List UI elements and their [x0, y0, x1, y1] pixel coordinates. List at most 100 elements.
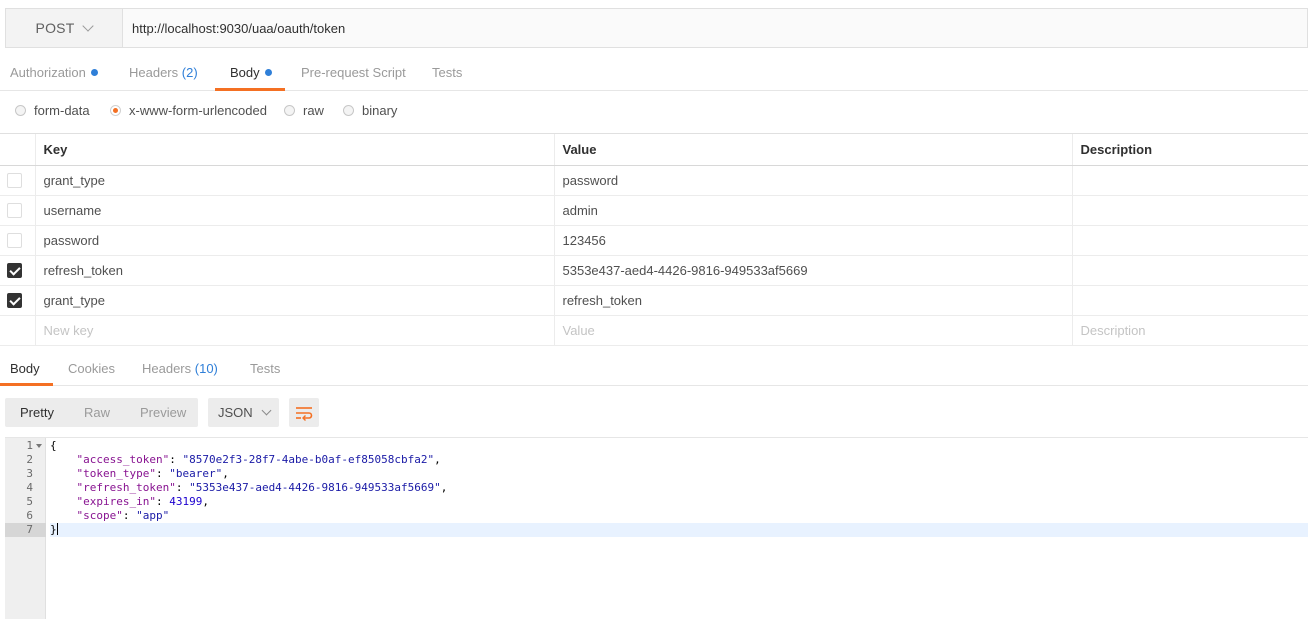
param-value[interactable]: refresh_token	[553, 284, 1073, 316]
param-key[interactable]: refresh_token	[34, 254, 555, 286]
radio-circle-icon	[343, 104, 354, 116]
row-checkbox-checked[interactable]	[7, 293, 22, 309]
format-dropdown[interactable]: JSON	[208, 398, 279, 427]
value-column-header: Value	[553, 134, 1073, 166]
view-pretty-button[interactable]: Pretty	[5, 405, 69, 420]
checkbox-column-header	[0, 134, 36, 166]
method-selector[interactable]: POST	[6, 9, 123, 47]
tab-label: Headers	[129, 65, 179, 80]
tab-pre-request-script[interactable]: Pre-request Script	[301, 55, 406, 90]
radio-binary[interactable]: binary	[343, 92, 397, 128]
radio-x-www-form-urlencoded[interactable]: x-www-form-urlencoded	[110, 92, 267, 128]
param-description[interactable]	[1071, 254, 1308, 286]
tab-label: Tests	[432, 65, 463, 80]
tab-response-body[interactable]: Body	[10, 352, 40, 385]
table-header-row: Key Value Description	[0, 134, 1308, 166]
tab-headers[interactable]: Headers (2)	[129, 55, 198, 90]
table-row: username admin	[0, 194, 1308, 226]
radio-circle-icon	[15, 104, 26, 116]
param-description[interactable]	[1071, 194, 1308, 226]
chevron-down-icon	[261, 405, 272, 416]
code-line-current: }	[50, 523, 1308, 537]
row-checkbox[interactable]	[7, 203, 22, 219]
param-description[interactable]	[1071, 164, 1308, 196]
param-value[interactable]: 123456	[553, 224, 1073, 256]
tab-tests[interactable]: Tests	[432, 55, 462, 90]
radio-selected-icon	[110, 104, 121, 116]
key-column-header: Key	[34, 134, 555, 166]
new-key-input[interactable]: New key	[34, 314, 555, 346]
code-line: "refresh_token": "5353e437-aed4-4426-981…	[76, 481, 448, 494]
code-line: "scope": "app"	[76, 509, 170, 522]
param-key[interactable]: username	[34, 194, 555, 226]
param-value[interactable]: password	[553, 164, 1073, 196]
param-key[interactable]: grant_type	[34, 164, 555, 196]
table-row: grant_type refresh_token	[0, 284, 1308, 316]
text-cursor	[56, 523, 58, 535]
tab-label: Headers	[142, 361, 192, 376]
param-value[interactable]: 5353e437-aed4-4426-9816-949533af5669	[553, 254, 1073, 286]
tab-count: (2)	[181, 65, 198, 80]
radio-label: raw	[303, 102, 324, 118]
param-description[interactable]	[1071, 224, 1308, 256]
row-checkbox-checked[interactable]	[7, 263, 22, 279]
tab-count: (10)	[194, 361, 218, 376]
new-param-row: New key Value Description	[0, 314, 1308, 346]
response-toolbar: Pretty Raw Preview JSON	[5, 398, 319, 427]
request-tabs: Authorization Headers (2) Body Pre-reque…	[0, 55, 1308, 91]
line-number: 2	[26, 453, 33, 466]
active-tab-indicator	[215, 88, 285, 91]
tab-label: Authorization	[10, 65, 86, 80]
fold-arrow-icon[interactable]	[36, 444, 42, 448]
code-line: "access_token": "8570e2f3-28f7-4abe-b0af…	[76, 453, 441, 466]
view-raw-button[interactable]: Raw	[69, 405, 125, 420]
table-row: password 123456	[0, 224, 1308, 256]
format-label: JSON	[218, 405, 253, 420]
table-row: refresh_token 5353e437-aed4-4426-9816-94…	[0, 254, 1308, 286]
tab-label: Body	[10, 361, 40, 376]
active-tab-indicator	[0, 383, 53, 386]
response-body-viewer[interactable]: 1 2 3 4 5 6 7 { "access_token": "8570e2f…	[5, 437, 1308, 619]
tab-cookies[interactable]: Cookies	[68, 352, 115, 385]
tab-response-headers[interactable]: Headers (10)	[142, 352, 218, 385]
radio-circle-icon	[284, 104, 295, 116]
line-number: 3	[26, 467, 33, 480]
url-input[interactable]: http://localhost:9030/uaa/oauth/token	[123, 9, 1307, 47]
radio-raw[interactable]: raw	[284, 92, 324, 128]
params-table: Key Value Description grant_type passwor…	[0, 134, 1308, 346]
line-number: 5	[26, 495, 33, 508]
param-key[interactable]: grant_type	[34, 284, 555, 316]
new-description-input[interactable]: Description	[1071, 314, 1308, 346]
wrap-lines-button[interactable]	[289, 398, 319, 427]
chevron-down-icon	[82, 20, 95, 32]
radio-form-data[interactable]: form-data	[15, 92, 90, 128]
param-value[interactable]: admin	[553, 194, 1073, 226]
tab-label: Pre-request Script	[301, 65, 406, 80]
row-checkbox[interactable]	[7, 233, 22, 249]
tab-test-results[interactable]: Tests	[250, 352, 280, 385]
param-description[interactable]	[1071, 284, 1308, 316]
line-number: 6	[26, 509, 33, 522]
method-label: POST	[35, 20, 75, 36]
tab-label: Body	[230, 65, 260, 80]
description-column-header: Description	[1071, 134, 1308, 166]
radio-label: x-www-form-urlencoded	[129, 102, 267, 118]
row-checkbox[interactable]	[7, 173, 22, 189]
code-line: "token_type": "bearer",	[76, 467, 229, 480]
modified-dot-icon	[264, 69, 272, 76]
code-line: "expires_in": 43199,	[76, 495, 209, 508]
param-key[interactable]: password	[34, 224, 555, 256]
radio-label: binary	[362, 102, 398, 118]
response-tabs: Body Cookies Headers (10) Tests	[0, 352, 1308, 386]
modified-dot-icon	[90, 69, 98, 76]
tab-authorization[interactable]: Authorization	[10, 55, 98, 90]
tab-body[interactable]: Body	[230, 55, 272, 90]
tab-label: Tests	[250, 361, 281, 376]
new-value-input[interactable]: Value	[553, 314, 1073, 346]
code-line: {	[50, 439, 57, 452]
line-number-current: 7	[5, 523, 46, 537]
line-number: 1	[5, 439, 46, 453]
body-type-selector: form-data x-www-form-urlencoded raw bina…	[0, 92, 1308, 134]
line-number: 4	[26, 481, 33, 494]
view-preview-button[interactable]: Preview	[125, 405, 201, 420]
